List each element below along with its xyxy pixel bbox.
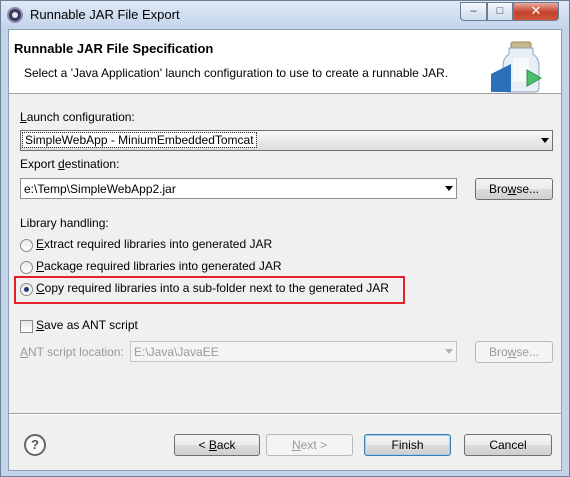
footer-divider	[9, 413, 561, 415]
finish-button[interactable]: Finish	[364, 434, 451, 456]
window-title: Runnable JAR File Export	[30, 7, 180, 22]
minimize-button[interactable]: –	[460, 2, 487, 21]
radio-package-label[interactable]: Package required libraries into generate…	[36, 259, 281, 273]
radio-extract-label[interactable]: Extract required libraries into generate…	[36, 237, 272, 251]
next-button[interactable]: Next >	[266, 434, 353, 456]
jar-export-icon	[491, 41, 543, 93]
banner: Runnable JAR File Specification Select a…	[9, 30, 561, 94]
save-ant-checkbox[interactable]	[20, 320, 33, 333]
radio-package-libraries[interactable]	[20, 261, 33, 274]
dialog-body: Runnable JAR File Specification Select a…	[8, 29, 562, 471]
page-description: Select a 'Java Application' launch confi…	[24, 66, 449, 80]
back-button[interactable]: < Back	[174, 434, 260, 456]
page-title: Runnable JAR File Specification	[14, 41, 214, 56]
maximize-button[interactable]: □	[487, 2, 513, 21]
launch-config-label: Launch configuration:	[20, 110, 135, 124]
launch-config-select[interactable]: SimpleWebApp - MiniumEmbeddedTomcat	[20, 130, 553, 151]
export-destination-label: Export destination:	[20, 157, 120, 171]
library-handling-label: Library handling:	[20, 216, 109, 230]
ant-location-value: E:\Java\JavaEE	[134, 345, 219, 359]
close-button[interactable]: ✕	[513, 2, 559, 21]
radio-copy-libraries[interactable]	[20, 283, 33, 296]
ant-browse-button[interactable]: Browse...	[475, 341, 553, 363]
chevron-down-icon[interactable]	[445, 186, 453, 191]
ant-location-label: ANT script location:	[20, 345, 124, 359]
cancel-button[interactable]: Cancel	[464, 434, 552, 456]
launch-config-value: SimpleWebApp - MiniumEmbeddedTomcat	[22, 132, 257, 148]
ant-location-field[interactable]: E:\Java\JavaEE	[130, 341, 457, 362]
eclipse-icon	[7, 7, 23, 23]
save-ant-label[interactable]: Save as ANT script	[36, 318, 138, 332]
title-bar[interactable]: Runnable JAR File Export – □ ✕	[1, 1, 569, 29]
export-destination-field[interactable]: e:\Temp\SimpleWebApp2.jar	[20, 178, 457, 199]
export-destination-value: e:\Temp\SimpleWebApp2.jar	[24, 182, 176, 196]
radio-copy-label[interactable]: Copy required libraries into a sub-folde…	[36, 281, 389, 295]
dialog-window: Runnable JAR File Export – □ ✕ Runnable …	[0, 0, 570, 477]
radio-extract-libraries[interactable]	[20, 239, 33, 252]
chevron-down-icon	[541, 138, 549, 143]
export-browse-button[interactable]: Browse...	[475, 178, 553, 200]
help-icon[interactable]: ?	[24, 434, 46, 456]
chevron-down-icon[interactable]	[445, 349, 453, 354]
